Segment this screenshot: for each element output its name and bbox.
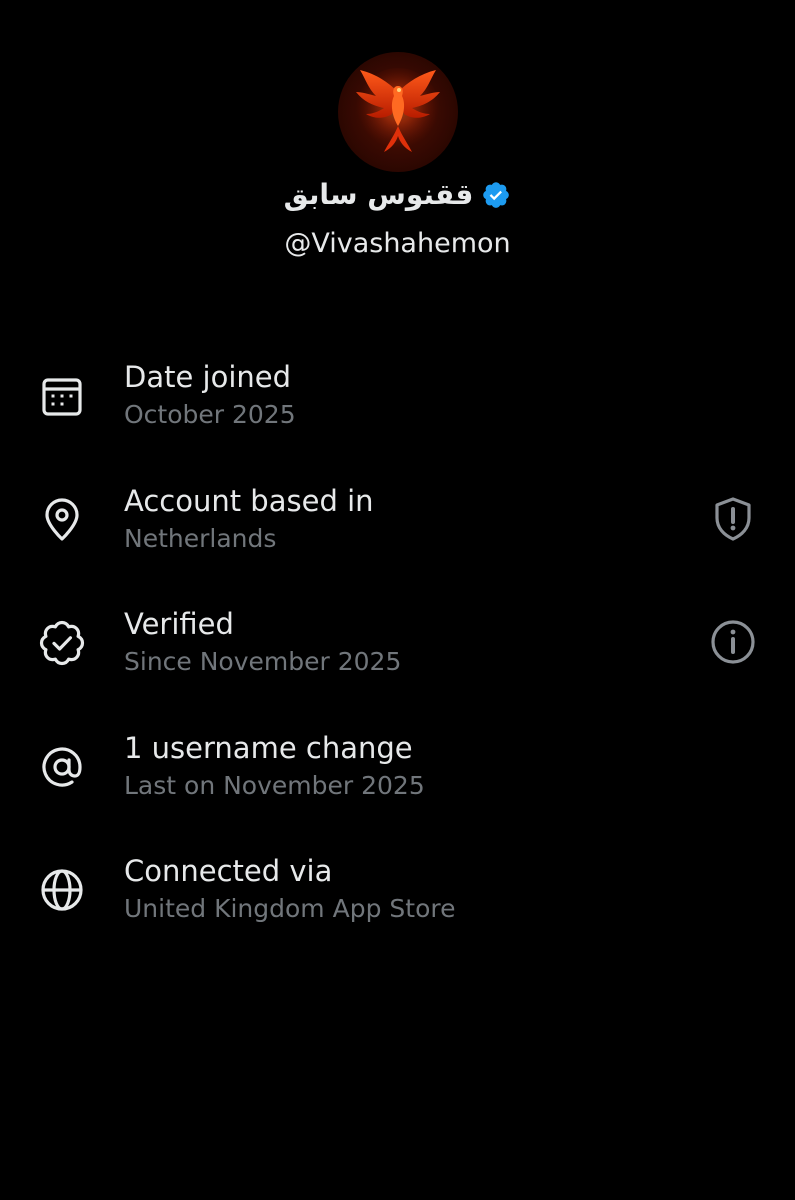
shield-alert-icon[interactable]	[708, 494, 758, 544]
at-sign-icon	[38, 743, 86, 791]
list-item-verified: Verified Since November 2025	[0, 607, 795, 687]
row-subtitle: Netherlands	[124, 524, 277, 553]
verified-badge-icon[interactable]	[481, 180, 511, 210]
row-title: Connected via	[124, 854, 333, 888]
row-subtitle: Since November 2025	[124, 647, 402, 676]
row-subtitle: United Kingdom App Store	[124, 894, 456, 923]
location-pin-icon	[38, 496, 86, 544]
list-item-username-change: 1 username change Last on November 2025	[0, 731, 795, 811]
list-item-account-based-in: Account based in Netherlands	[0, 484, 795, 564]
list-item-connected-via: Connected via United Kingdom App Store	[0, 854, 795, 934]
row-title: 1 username change	[124, 731, 413, 765]
row-title: Date joined	[124, 360, 292, 394]
name-row: ققنوس سابق	[0, 178, 795, 211]
globe-icon	[38, 866, 86, 914]
list-item-date-joined: Date joined October 2025	[0, 360, 795, 440]
info-icon[interactable]	[708, 617, 758, 667]
phoenix-avatar-image	[356, 68, 440, 152]
verified-badge-outline-icon	[38, 619, 86, 667]
row-title: Verified	[124, 607, 234, 641]
display-name: ققنوس سابق	[283, 178, 474, 211]
row-subtitle: October 2025	[124, 400, 296, 429]
calendar-icon	[38, 372, 86, 420]
row-subtitle: Last on November 2025	[124, 771, 425, 800]
row-title: Account based in	[124, 484, 374, 518]
username-handle: @Vivashahemon	[284, 228, 511, 259]
avatar[interactable]	[338, 52, 458, 172]
